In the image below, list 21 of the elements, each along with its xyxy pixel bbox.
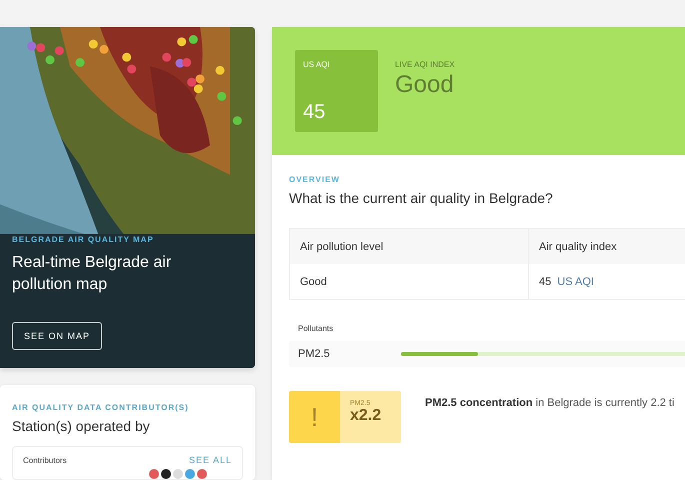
overview-question: What is the current air quality in Belgrade? (289, 190, 554, 206)
warning-icon: ! (289, 391, 340, 443)
contributors-title: Station(s) operated by (12, 418, 151, 434)
map-title: Real-time Belgrade air pollution map (12, 253, 172, 295)
aqi-value: 45 (303, 101, 326, 124)
aqi-badge-label: US AQI (303, 60, 331, 69)
factor-value: x2.2 (350, 407, 382, 425)
table-cell-text: 45 US AQI (538, 274, 595, 290)
contributor-logo-icon[interactable] (161, 469, 171, 479)
overview-eyebrow: OVERVIEW (289, 175, 341, 184)
map-eyebrow: BELGRADE AIR QUALITY MAP (12, 235, 154, 244)
aqi-status: Good (395, 71, 455, 99)
pollutant-name: PM2.5 (298, 348, 331, 360)
contributors-label: Contributors (23, 456, 67, 464)
table-header-cell-text: Air quality index (538, 240, 618, 254)
index-label: LIVE AQI INDEX (395, 60, 455, 69)
concentration-text: PM2.5 concentration in Belgrade is currently 2.2 ti (425, 397, 674, 409)
table-cell: Good (290, 264, 529, 299)
pollutants-label: Pollutants (297, 324, 334, 333)
contributors-eyebrow: AIR QUALITY DATA CONTRIBUTOR(S) (12, 403, 190, 412)
see-on-map-button[interactable]: SEE ON MAP (12, 322, 102, 350)
